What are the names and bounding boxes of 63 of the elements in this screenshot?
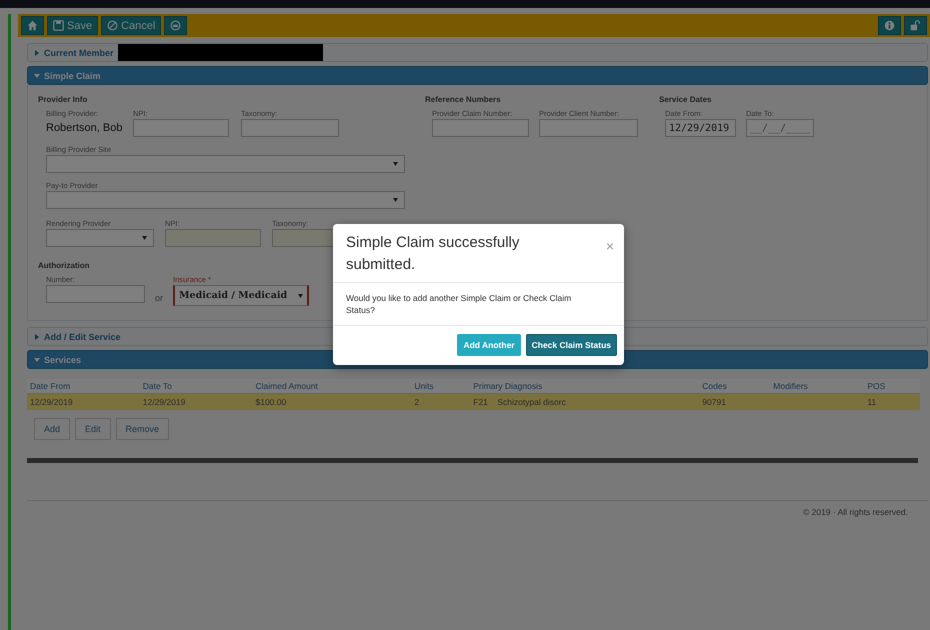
dialog-button[interactable]: Check Claim Status <box>526 334 617 356</box>
table-cell: 12/29/2019 <box>27 394 140 410</box>
table-cell: $100.00 <box>252 394 412 410</box>
text-field[interactable] <box>432 119 529 137</box>
column-header: Primary Diagnosis <box>470 379 700 394</box>
cancel-icon <box>107 20 118 31</box>
home-icon <box>27 20 38 31</box>
table-action-button[interactable]: Edit <box>75 418 111 440</box>
print-button[interactable] <box>164 16 188 35</box>
table-cell: 12/29/2019 <box>140 394 252 410</box>
unlock-button[interactable] <box>904 16 927 35</box>
caret-icon <box>298 294 304 298</box>
text-field[interactable] <box>165 229 261 247</box>
dropdown[interactable] <box>46 229 154 247</box>
table-action-button[interactable]: Add <box>34 418 70 440</box>
text-field[interactable] <box>46 285 145 303</box>
dialog-message: Would you like to add another Simple Claim or Check Claim Status? <box>333 283 624 326</box>
or-text: or <box>155 293 164 303</box>
info-button[interactable] <box>878 16 901 35</box>
section-title: Simple Claim <box>44 70 101 80</box>
provider-name: Robertson, Bob <box>46 122 124 134</box>
date-field[interactable]: 12/29/2019 <box>665 119 736 137</box>
info-icon <box>884 20 895 31</box>
section-header[interactable]: Simple Claim <box>27 66 928 85</box>
caret-icon <box>393 162 398 166</box>
text-field[interactable] <box>241 119 339 137</box>
group-heading: Service Dates <box>659 95 712 104</box>
section-title: Add / Edit Service <box>44 332 121 342</box>
table-action-button[interactable]: Remove <box>116 418 170 440</box>
padlock-icon <box>910 20 921 31</box>
column-header: Date To <box>140 379 252 394</box>
text-field[interactable] <box>133 119 229 137</box>
table-cell: 2 <box>411 394 470 410</box>
copyright-text: © 2019 · All rights reserved. <box>802 507 908 517</box>
group-heading: Reference Numbers <box>425 95 501 104</box>
close-button[interactable]: × <box>606 238 614 254</box>
column-header: Modifiers <box>770 379 864 394</box>
table-cell: 90791 <box>699 394 770 410</box>
date-field[interactable]: __/__/____ <box>746 119 814 137</box>
dropdown[interactable] <box>46 155 405 173</box>
column-header: Units <box>411 379 470 394</box>
save-button[interactable]: Save <box>47 16 98 35</box>
group-heading: Authorization <box>38 261 90 270</box>
table-cell: 11 <box>864 394 920 410</box>
table-cell: F21 Schizotypal disorc <box>470 394 700 410</box>
table-row[interactable]: 12/29/2019 12/29/2019 $100.00 2 F21 Schizotypal disorc 90791 11 <box>27 394 920 410</box>
cancel-button[interactable]: Cancel <box>101 16 162 35</box>
insurance-dropdown[interactable]: Medicaid / Medicaid <box>173 285 310 306</box>
column-header: POS <box>864 379 920 394</box>
section-title: Services <box>44 354 82 364</box>
text-field[interactable] <box>539 119 638 137</box>
group-heading: Provider Info <box>38 95 88 104</box>
column-header: Date From <box>27 379 140 394</box>
column-header: Claimed Amount <box>252 379 412 394</box>
dropdown[interactable] <box>46 191 405 209</box>
caret-icon <box>142 236 147 240</box>
dialog-button[interactable]: Add Another <box>457 334 521 356</box>
column-header: Codes <box>699 379 770 394</box>
section-title: Current Member <box>44 48 114 58</box>
dialog-title: Simple Claim successfully submitted. <box>346 233 520 275</box>
caret-icon <box>393 198 398 202</box>
home-button[interactable] <box>21 16 44 35</box>
section-header[interactable]: Current Member <box>27 43 928 62</box>
